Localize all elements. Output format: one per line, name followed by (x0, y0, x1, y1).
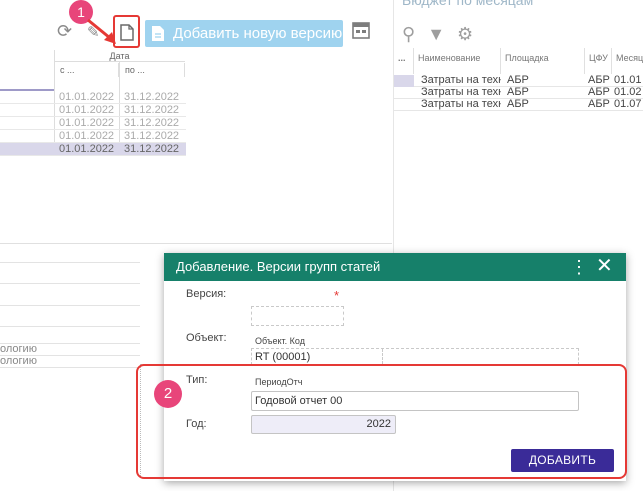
date-group-header: Дата (54, 50, 185, 62)
object-value: RT (00001) (255, 351, 311, 363)
table-row[interactable]: 01.01.2022 31.12.2022 (0, 104, 186, 117)
table-row[interactable]: 01.01.2022 31.12.2022 (0, 91, 186, 104)
year-label: Год: (186, 418, 207, 430)
type-field[interactable]: Годовой отчет 00 (251, 391, 579, 411)
table-row[interactable]: 01.01.2022 31.12.2022 (0, 117, 186, 130)
add-version-dialog: Добавление. Версии групп статей ⋮ ✕ Верс… (164, 253, 626, 481)
pane-divider (0, 243, 392, 244)
col-to[interactable]: по ... (119, 63, 185, 77)
dialog-title: Добавление. Версии групп статей (176, 259, 381, 274)
col-name[interactable]: Наименование (414, 48, 501, 74)
table-row-selected[interactable]: 01.01.2022 31.12.2022 (0, 143, 186, 156)
calendar-icon[interactable] (352, 22, 370, 39)
table-row[interactable]: 01.01.2022 31.12.2022 (0, 130, 186, 143)
panel-title: Бюджет по месяцам (402, 0, 534, 8)
list-item[interactable]: ологию (0, 355, 37, 367)
col-cfu[interactable]: ЦФУ (585, 48, 612, 74)
step-badge-2: 2 (154, 380, 182, 408)
search-icon[interactable]: ⚲ (402, 24, 415, 45)
dialog-header: Добавление. Версии групп статей (164, 253, 626, 281)
required-mark: * (334, 288, 340, 303)
right-toolbar: ⚲ ▼ ⚙ (402, 24, 473, 45)
add-new-version-button[interactable]: Добавить новую версию (145, 20, 343, 47)
list-item[interactable]: ологию (0, 343, 37, 355)
col-from[interactable]: с ... (54, 63, 119, 77)
refresh-icon[interactable]: ⟳ (57, 22, 72, 40)
col-menu[interactable]: ... (394, 48, 414, 74)
document-icon (152, 26, 164, 41)
annotation-arrow (87, 18, 116, 44)
more-vertical-icon[interactable]: ⋮ (570, 256, 588, 278)
add-button[interactable]: ДОБАВИТЬ (511, 449, 614, 472)
year-field[interactable]: 2022 (251, 415, 396, 434)
type-subheader: ПериодОтч (255, 377, 303, 387)
type-label: Тип: (186, 374, 208, 386)
document-icon (120, 24, 134, 41)
object-label: Объект: (186, 332, 227, 344)
filter-icon[interactable]: ▼ (427, 24, 445, 45)
object-subheader: Объект. Код (255, 336, 305, 346)
table-row[interactable]: Затраты на техн АБР АБР 01.07 (394, 98, 643, 111)
version-field[interactable] (251, 306, 344, 326)
add-version-label: Добавить новую версию (173, 25, 343, 42)
close-icon[interactable]: ✕ (596, 254, 613, 278)
col-site[interactable]: Площадка (501, 48, 585, 74)
version-label: Версия: (186, 288, 227, 300)
col-month[interactable]: Месяц (612, 48, 643, 74)
gear-icon[interactable]: ⚙ (457, 24, 473, 45)
